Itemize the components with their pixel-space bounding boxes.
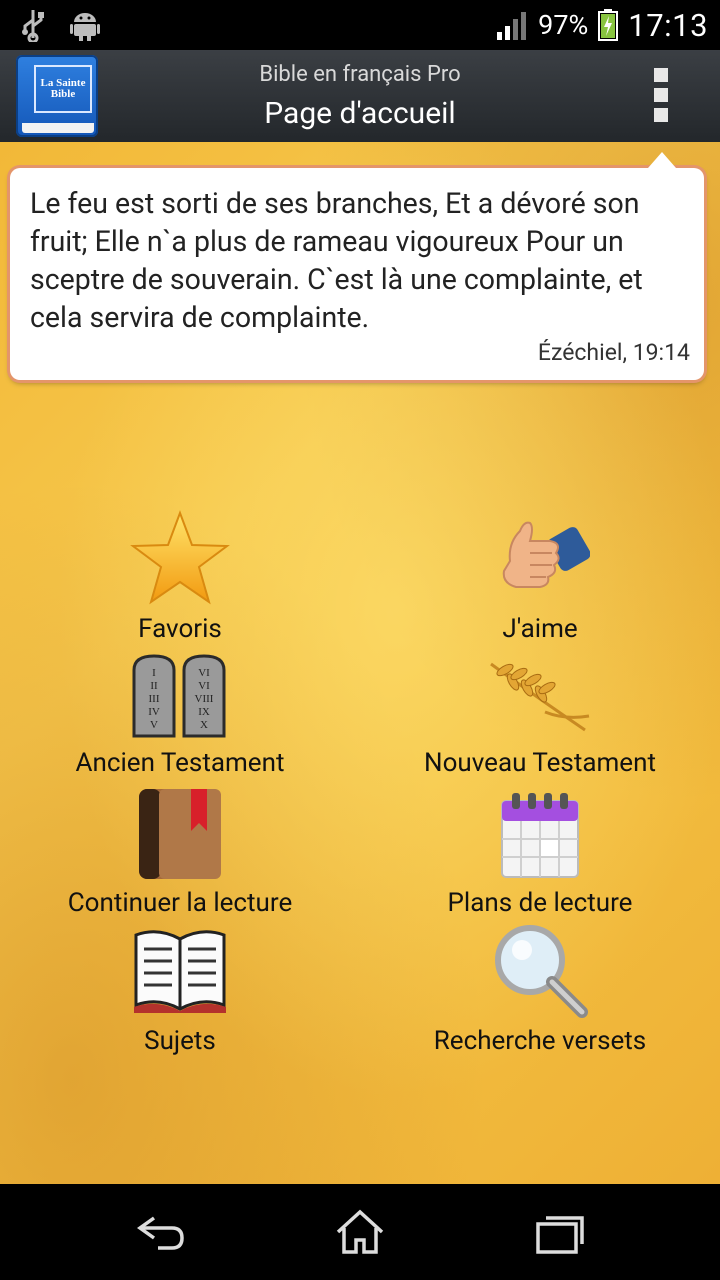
tablet-numeral: VIII <box>195 693 214 705</box>
recherche-versets-label: Recherche versets <box>433 1026 647 1056</box>
nouveau-testament-label: Nouveau Testament <box>424 748 656 778</box>
usb-icon <box>22 10 44 42</box>
open-book-icon <box>30 922 330 1018</box>
tablet-numeral: X <box>200 719 208 731</box>
jaime-label: J'aime <box>502 614 578 644</box>
calendar-icon <box>390 786 690 882</box>
sujets-button[interactable]: Sujets <box>30 922 330 1058</box>
battery-percent: 97% <box>538 9 589 41</box>
wheat-icon <box>390 652 690 740</box>
home-icon[interactable] <box>330 1208 390 1256</box>
action-bar: La Sainte Bible Bible en français Pro Pa… <box>0 50 720 142</box>
ancien-testament-button[interactable]: I II III IV V VI VI VIII IX X Ancien Testament <box>30 652 330 784</box>
thumbs-up-icon <box>390 508 690 608</box>
tablet-numeral: III <box>149 693 160 705</box>
verse-reference: Ézéchiel, 19:14 <box>537 339 690 366</box>
verse-text: Le feu est sorti de ses branches, Et a d… <box>30 187 643 334</box>
signal-icon <box>497 12 527 40</box>
android-icon <box>70 13 100 41</box>
favoris-button[interactable]: Favoris <box>30 508 330 648</box>
status-bar: 97% 17:13 <box>0 0 720 50</box>
continuer-lecture-button[interactable]: Continuer la lecture <box>30 786 330 920</box>
sujets-label: Sujets <box>144 1026 216 1056</box>
tablet-numeral: VI <box>198 667 210 679</box>
tablet-numeral: VI <box>198 680 210 692</box>
verse-of-the-day-card[interactable]: Le feu est sorti de ses branches, Et a d… <box>10 152 704 380</box>
plans-lecture-label: Plans de lecture <box>447 888 633 918</box>
clock: 17:13 <box>628 6 708 44</box>
tablet-numeral: V <box>150 719 158 731</box>
stone-tablets-icon: I II III IV V VI VI VIII IX X <box>30 652 330 740</box>
nouveau-testament-button[interactable]: Nouveau Testament <box>390 652 690 784</box>
page-title: Page d'accueil <box>264 96 456 131</box>
tablet-numeral: IV <box>148 706 160 718</box>
star-icon <box>30 508 330 608</box>
tablet-numeral: I <box>152 667 156 679</box>
jaime-button[interactable]: J'aime <box>390 508 690 648</box>
recent-apps-icon[interactable] <box>530 1208 590 1256</box>
ancien-testament-label: Ancien Testament <box>75 748 285 778</box>
navigation-bar <box>0 1184 720 1280</box>
overflow-menu-icon[interactable] <box>652 68 670 124</box>
recherche-versets-button[interactable]: Recherche versets <box>390 922 690 1058</box>
favoris-label: Favoris <box>138 614 222 644</box>
magnifier-icon <box>390 922 690 1018</box>
continuer-lecture-label: Continuer la lecture <box>67 888 293 918</box>
card-pointer <box>648 152 676 168</box>
tablet-numeral: IX <box>198 706 210 718</box>
battery-charging-icon <box>598 9 619 41</box>
back-icon[interactable] <box>132 1208 192 1256</box>
plans-lecture-button[interactable]: Plans de lecture <box>390 786 690 920</box>
tablet-numeral: II <box>150 680 158 692</box>
bookmarked-book-icon <box>30 786 330 882</box>
app-subtitle: Bible en français Pro <box>259 62 461 87</box>
